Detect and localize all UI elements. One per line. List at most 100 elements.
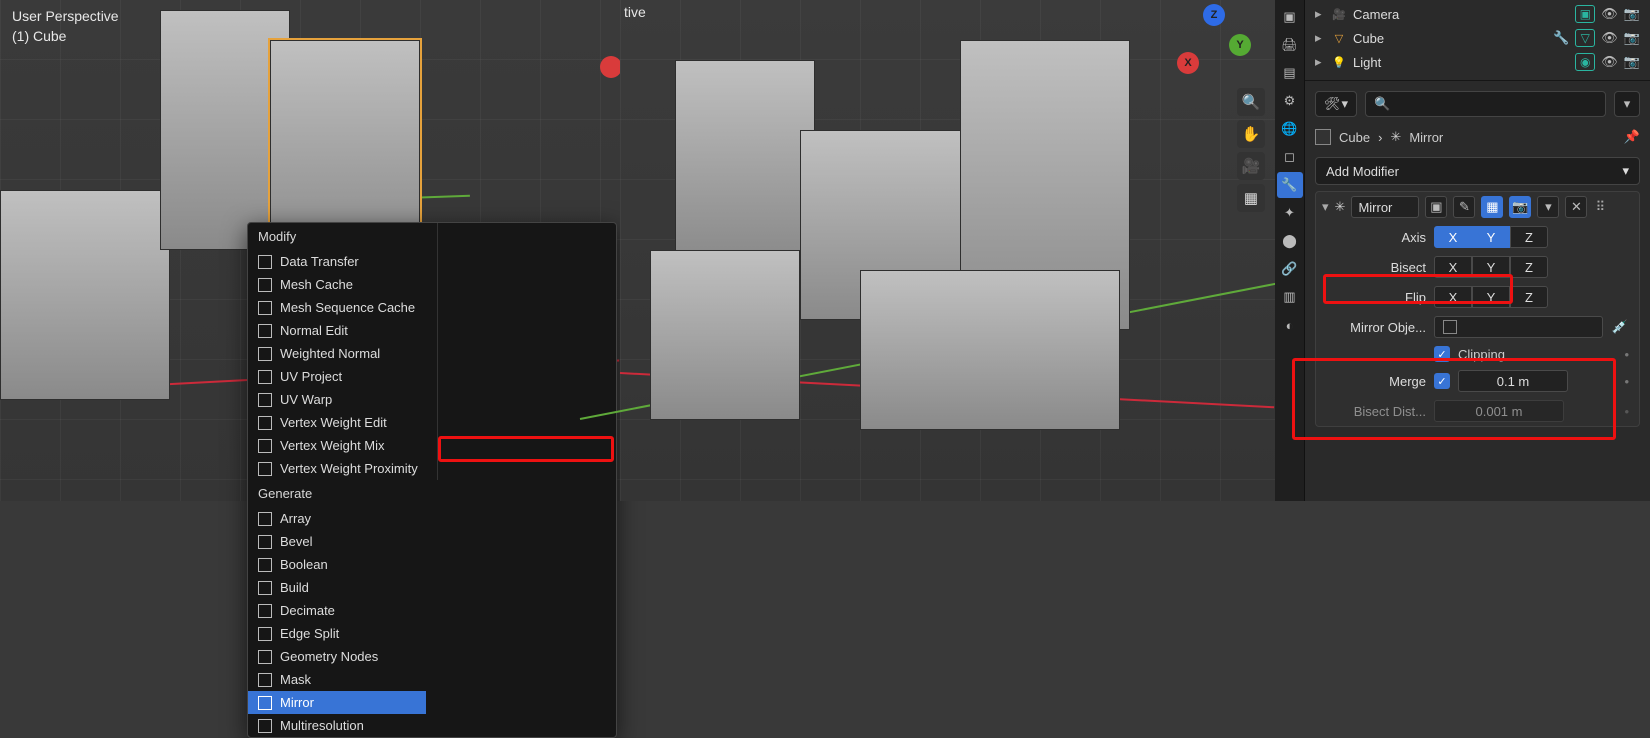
breadcrumb-modifier[interactable]: Mirror bbox=[1409, 130, 1443, 145]
nav-gizmo[interactable]: Z Y X bbox=[1175, 4, 1253, 82]
axis-z-button[interactable]: Z bbox=[1510, 226, 1548, 248]
render-camera-icon[interactable]: 📷 bbox=[1624, 30, 1640, 46]
flip-x-button[interactable]: X bbox=[1434, 286, 1472, 308]
nav-gizmo-z[interactable]: Z bbox=[1203, 4, 1225, 26]
modifier-name-field[interactable]: Mirror bbox=[1351, 196, 1419, 218]
outliner-item-cube[interactable]: ▸ ▽ Cube 🔧 ▽ 👁 📷 bbox=[1311, 26, 1644, 50]
bisect-z-button[interactable]: Z bbox=[1510, 256, 1548, 278]
eyedropper-icon[interactable]: 💉 bbox=[1611, 318, 1629, 336]
menu-item-uv-warp[interactable]: UV Warp bbox=[248, 388, 437, 411]
expand-tri-icon[interactable]: ▸ bbox=[1315, 30, 1325, 46]
menu-item-vertex-weight-proximity[interactable]: Vertex Weight Proximity bbox=[248, 457, 437, 480]
menu-item-data-transfer[interactable]: Data Transfer bbox=[248, 250, 437, 273]
options-dropdown[interactable]: ▾ bbox=[1614, 91, 1640, 117]
tab-object-icon[interactable]: ◻ bbox=[1277, 144, 1303, 170]
bisect-x-button[interactable]: X bbox=[1434, 256, 1472, 278]
animate-dot-icon[interactable]: • bbox=[1624, 347, 1629, 362]
pin-icon[interactable]: 📌 bbox=[1624, 129, 1640, 145]
outliner-item-light[interactable]: ▸ 💡 Light ◉ 👁 📷 bbox=[1311, 50, 1644, 74]
expand-tri-icon[interactable]: ▸ bbox=[1315, 6, 1325, 22]
render-camera-icon[interactable]: 📷 bbox=[1624, 6, 1640, 22]
axis-x-button[interactable]: X bbox=[1434, 226, 1472, 248]
axis-label: Axis bbox=[1326, 230, 1426, 245]
menu-item-weighted-normal[interactable]: Weighted Normal bbox=[248, 342, 437, 365]
tab-viewlayer-icon[interactable]: ▤ bbox=[1277, 60, 1303, 86]
zoom-icon[interactable]: 🔍 bbox=[1237, 88, 1265, 116]
tab-output-icon[interactable]: 🖨 bbox=[1277, 32, 1303, 58]
menu-item-edge-split[interactable]: Edge Split bbox=[248, 622, 426, 645]
merge-checkbox[interactable]: ✓ bbox=[1434, 373, 1450, 389]
animate-dot-icon[interactable]: • bbox=[1624, 374, 1629, 389]
viewport-right[interactable]: tive Z Y X 🔍 ✋ 🎥 ▦ bbox=[620, 0, 1275, 501]
tab-physics-icon[interactable]: ⬤ bbox=[1277, 228, 1303, 254]
object-data-icon[interactable]: ◉ bbox=[1575, 53, 1595, 71]
breadcrumb-object[interactable]: Cube bbox=[1339, 130, 1370, 145]
menu-item-array[interactable]: Array bbox=[248, 507, 426, 530]
menu-item-boolean[interactable]: Boolean bbox=[248, 553, 426, 576]
clipping-checkbox[interactable]: ✓ bbox=[1434, 346, 1450, 362]
outliner[interactable]: ▸ 🎥 Camera ▣ 👁 📷 ▸ ▽ Cube 🔧 ▽ 👁 📷 bbox=[1305, 0, 1650, 76]
viewport-left[interactable]: User Perspective (1) Cube Modify Data Tr… bbox=[0, 0, 620, 501]
viewport-object: (1) Cube bbox=[12, 28, 66, 44]
visibility-eye-icon[interactable]: 👁 bbox=[1601, 30, 1618, 46]
toggle-realtime-icon[interactable]: ▣ bbox=[1425, 196, 1447, 218]
menu-item-bevel[interactable]: Bevel bbox=[248, 530, 426, 553]
bisect-label: Bisect bbox=[1326, 260, 1426, 275]
search-input[interactable] bbox=[1396, 97, 1597, 112]
extras-dots-icon[interactable]: ⠿ bbox=[1593, 199, 1607, 215]
collapse-tri-icon[interactable]: ▾ bbox=[1322, 199, 1329, 215]
object-data-icon[interactable]: ▽ bbox=[1575, 29, 1595, 47]
flip-y-button[interactable]: Y bbox=[1472, 286, 1510, 308]
tab-world-icon[interactable]: 🌐 bbox=[1277, 116, 1303, 142]
menu-item-decimate[interactable]: Decimate bbox=[248, 599, 426, 622]
toggle-cage-icon[interactable]: ▦ bbox=[1481, 196, 1503, 218]
add-modifier-dropdown[interactable]: Add Modifier ▾ bbox=[1315, 157, 1640, 185]
render-camera-icon[interactable]: 📷 bbox=[1624, 54, 1640, 70]
apply-dropdown-icon[interactable]: ▾ bbox=[1537, 196, 1559, 218]
axis-y-button[interactable]: Y bbox=[1472, 226, 1510, 248]
nav-gizmo-x[interactable]: X bbox=[1177, 52, 1199, 74]
camera-view-icon[interactable]: 🎥 bbox=[1237, 152, 1265, 180]
tab-render-icon[interactable]: ▣ bbox=[1277, 4, 1303, 30]
delete-modifier-icon[interactable]: ✕ bbox=[1565, 196, 1587, 218]
nav-gizmo-x[interactable] bbox=[600, 56, 622, 78]
flip-z-button[interactable]: Z bbox=[1510, 286, 1548, 308]
menu-item-build[interactable]: Build bbox=[248, 576, 426, 599]
tab-particles-icon[interactable]: ✦ bbox=[1277, 200, 1303, 226]
menu-item-normal-edit[interactable]: Normal Edit bbox=[248, 319, 437, 342]
object-data-icon[interactable]: ▣ bbox=[1575, 5, 1595, 23]
menu-item-mirror[interactable]: Mirror bbox=[248, 691, 426, 714]
perspective-toggle-icon[interactable]: ▦ bbox=[1237, 184, 1265, 212]
toggle-editmode-icon[interactable]: ✎ bbox=[1453, 196, 1475, 218]
bisect-y-button[interactable]: Y bbox=[1472, 256, 1510, 278]
wrench-icon: 🛠 bbox=[1324, 96, 1341, 112]
tab-modifiers-icon[interactable]: 🔧 bbox=[1277, 172, 1303, 198]
chevron-down-icon: ▾ bbox=[1624, 96, 1631, 112]
tab-constraints-icon[interactable]: 🔗 bbox=[1277, 256, 1303, 282]
menu-item-mesh-sequence-cache[interactable]: Mesh Sequence Cache bbox=[248, 296, 437, 319]
add-modifier-menu[interactable]: Modify Data Transfer Mesh Cache Mesh Seq… bbox=[247, 222, 617, 738]
animate-dot-icon[interactable]: • bbox=[1624, 404, 1629, 419]
menu-item-geometry-nodes[interactable]: Geometry Nodes bbox=[248, 645, 426, 668]
menu-item-multiresolution[interactable]: Multiresolution bbox=[248, 714, 426, 737]
tab-data-icon[interactable]: ▥ bbox=[1277, 284, 1303, 310]
mirror-object-field[interactable] bbox=[1434, 316, 1603, 338]
bisect-dist-field[interactable]: 0.001 m bbox=[1434, 400, 1564, 422]
menu-item-vertex-weight-edit[interactable]: Vertex Weight Edit bbox=[248, 411, 437, 434]
visibility-eye-icon[interactable]: 👁 bbox=[1601, 6, 1618, 22]
menu-item-mask[interactable]: Mask bbox=[248, 668, 426, 691]
menu-item-vertex-weight-mix[interactable]: Vertex Weight Mix bbox=[248, 434, 437, 457]
pan-hand-icon[interactable]: ✋ bbox=[1237, 120, 1265, 148]
editor-type-dropdown[interactable]: 🛠▾ bbox=[1315, 91, 1357, 117]
menu-item-mesh-cache[interactable]: Mesh Cache bbox=[248, 273, 437, 296]
visibility-eye-icon[interactable]: 👁 bbox=[1601, 54, 1618, 70]
tab-scene-icon[interactable]: ⚙ bbox=[1277, 88, 1303, 114]
toggle-render-icon[interactable]: 📷 bbox=[1509, 196, 1531, 218]
nav-gizmo-y[interactable]: Y bbox=[1229, 34, 1251, 56]
outliner-item-camera[interactable]: ▸ 🎥 Camera ▣ 👁 📷 bbox=[1311, 2, 1644, 26]
menu-item-uv-project[interactable]: UV Project bbox=[248, 365, 437, 388]
tab-material-icon[interactable]: ◐ bbox=[1277, 312, 1303, 338]
expand-tri-icon[interactable]: ▸ bbox=[1315, 54, 1325, 70]
properties-search[interactable]: 🔍 bbox=[1365, 91, 1606, 117]
merge-value-field[interactable]: 0.1 m bbox=[1458, 370, 1568, 392]
